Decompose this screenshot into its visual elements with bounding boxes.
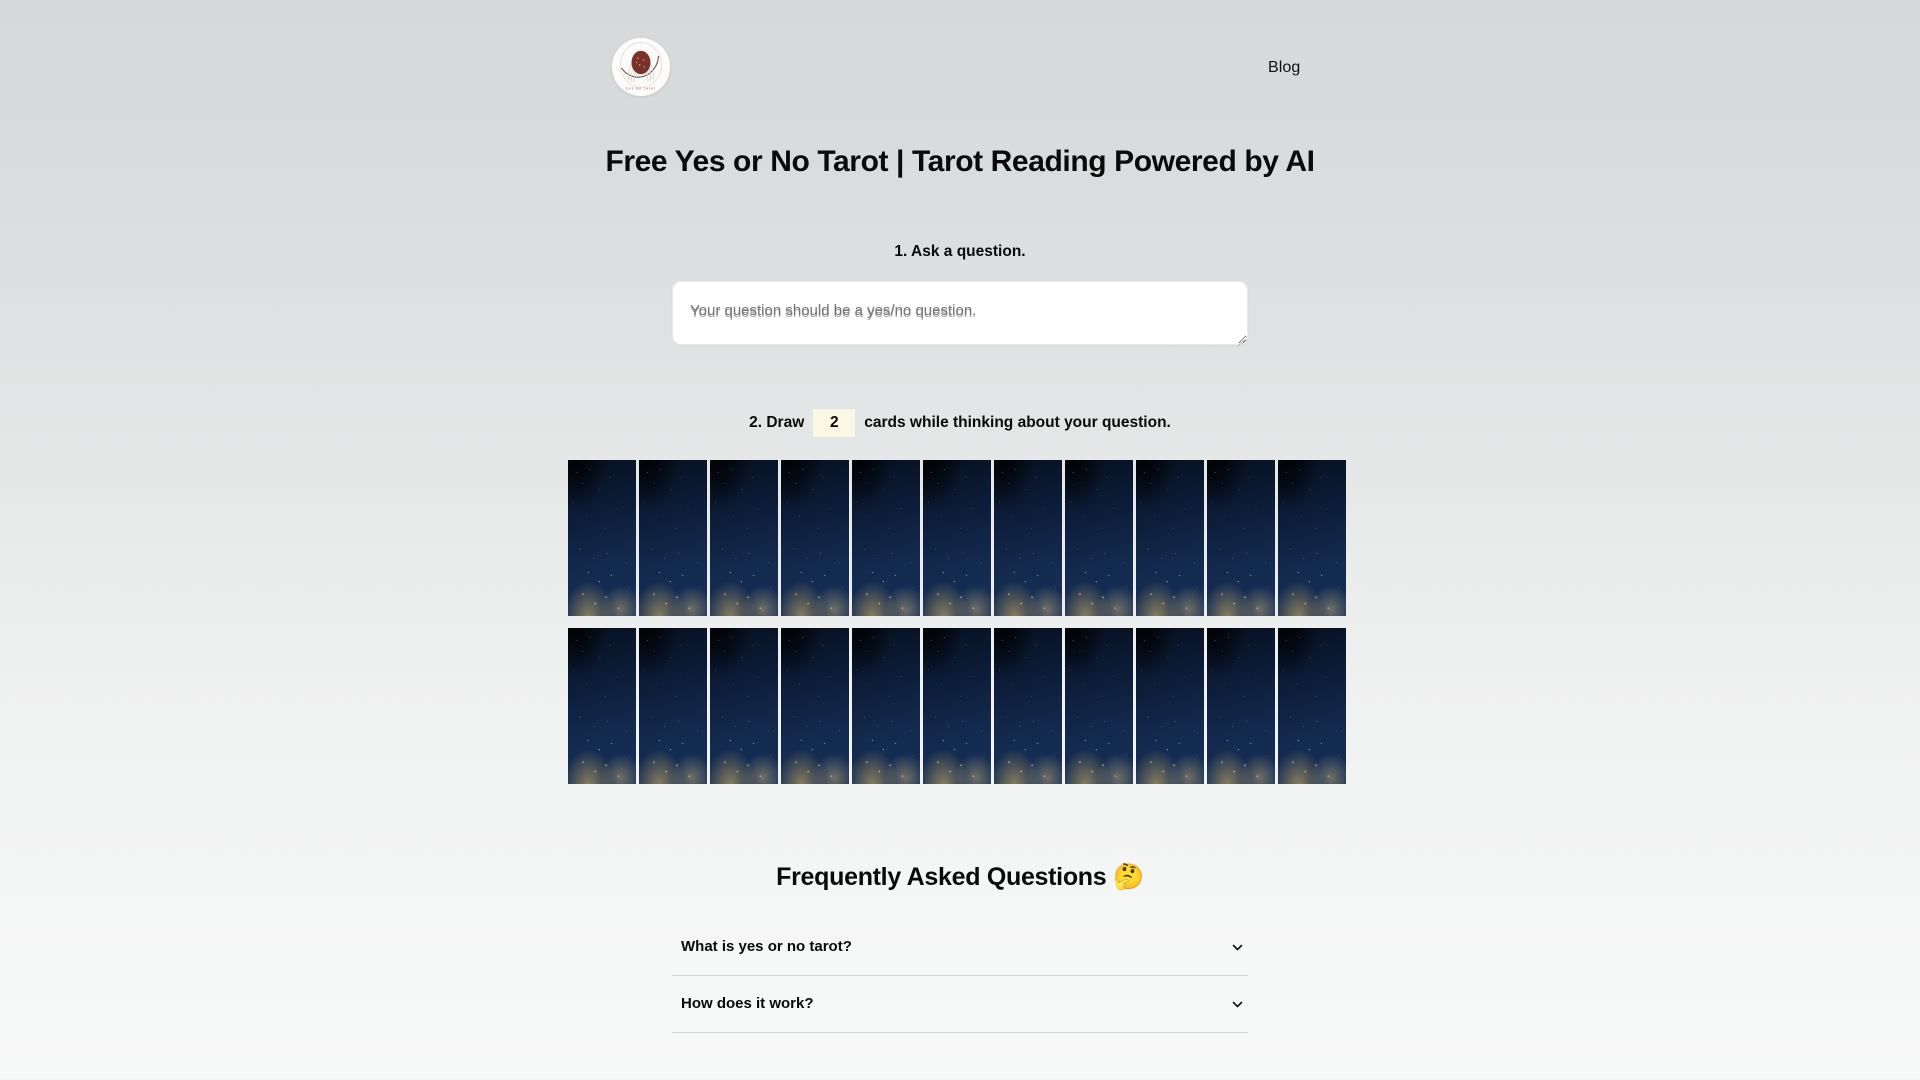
card-star-texture bbox=[710, 460, 778, 616]
logo-mark: yes no tarot bbox=[612, 38, 670, 96]
main-content: Free Yes or No Tarot | Tarot Reading Pow… bbox=[0, 143, 1920, 784]
card-count-input[interactable] bbox=[813, 409, 856, 437]
faq-list: What is yes or no tarot? How does it work… bbox=[672, 919, 1248, 1033]
tarot-card-back[interactable] bbox=[568, 628, 636, 784]
faq-item[interactable]: How does it work? bbox=[672, 976, 1248, 1033]
site-logo[interactable]: yes no tarot bbox=[612, 38, 670, 96]
tarot-card-back[interactable] bbox=[710, 628, 778, 784]
page-title: Free Yes or No Tarot | Tarot Reading Pow… bbox=[605, 145, 1315, 178]
tarot-card-back[interactable] bbox=[852, 628, 920, 784]
card-star-texture bbox=[923, 628, 991, 784]
tarot-card-back[interactable] bbox=[1136, 628, 1204, 784]
card-star-texture bbox=[568, 628, 636, 784]
card-star-texture bbox=[1136, 628, 1204, 784]
faq-question: How does it work? bbox=[681, 995, 814, 1012]
step-2-suffix: cards while thinking about your question… bbox=[864, 414, 1171, 431]
faq-item[interactable]: What is yes or no tarot? bbox=[672, 919, 1248, 976]
card-star-texture bbox=[568, 460, 636, 616]
chevron-down-icon[interactable] bbox=[1230, 940, 1245, 955]
question-input[interactable] bbox=[673, 282, 1247, 344]
card-star-texture bbox=[1136, 460, 1204, 616]
tarot-card-back[interactable] bbox=[923, 628, 991, 784]
card-star-texture bbox=[639, 460, 707, 616]
tarot-card-back[interactable] bbox=[710, 460, 778, 616]
card-star-texture bbox=[1065, 628, 1133, 784]
tarot-card-back[interactable] bbox=[639, 460, 707, 616]
card-star-texture bbox=[923, 460, 991, 616]
tarot-card-back[interactable] bbox=[923, 460, 991, 616]
tarot-card-back[interactable] bbox=[1136, 460, 1204, 616]
card-deck bbox=[568, 460, 1352, 784]
step-1-label: 1. Ask a question. bbox=[894, 243, 1026, 260]
tarot-card-back[interactable] bbox=[568, 460, 636, 616]
nav-link-blog[interactable]: Blog bbox=[1268, 58, 1300, 78]
faq-section: Frequently Asked Questions 🤔 What is yes… bbox=[0, 860, 1920, 1033]
question-input-box[interactable]: Your question should be a yes/no questio… bbox=[672, 281, 1248, 347]
tarot-card-back[interactable] bbox=[1207, 628, 1275, 784]
tarot-card-back[interactable] bbox=[639, 628, 707, 784]
faq-title: Frequently Asked Questions 🤔 bbox=[776, 863, 1144, 891]
tarot-card-back[interactable] bbox=[852, 460, 920, 616]
card-star-texture bbox=[852, 628, 920, 784]
step-2-row: 2. Draw cards while thinking about your … bbox=[0, 409, 1920, 437]
tarot-card-back[interactable] bbox=[1207, 460, 1275, 616]
svg-text:yes no tarot: yes no tarot bbox=[626, 86, 656, 91]
card-star-texture bbox=[710, 628, 778, 784]
card-star-texture bbox=[852, 460, 920, 616]
card-star-texture bbox=[1207, 628, 1275, 784]
card-star-texture bbox=[781, 628, 849, 784]
site-header: yes no tarot Blog bbox=[0, 0, 1920, 116]
tarot-card-back[interactable] bbox=[781, 628, 849, 784]
tarot-card-back[interactable] bbox=[781, 460, 849, 616]
tarot-card-back[interactable] bbox=[1065, 460, 1133, 616]
card-deck-row-2 bbox=[568, 628, 1352, 784]
chevron-down-icon[interactable] bbox=[1230, 997, 1245, 1012]
step-2-prefix: 2. Draw bbox=[749, 414, 805, 431]
card-star-texture bbox=[1207, 460, 1275, 616]
card-star-texture bbox=[994, 460, 1062, 616]
question-input-wrap: Your question should be a yes/no questio… bbox=[0, 281, 1920, 347]
tarot-card-back[interactable] bbox=[994, 460, 1062, 616]
tarot-card-back[interactable] bbox=[1278, 628, 1346, 784]
card-star-texture bbox=[639, 628, 707, 784]
tarot-card-back[interactable] bbox=[1065, 628, 1133, 784]
card-star-texture bbox=[1065, 460, 1133, 616]
card-deck-row-1 bbox=[568, 460, 1352, 616]
card-star-texture bbox=[781, 460, 849, 616]
card-star-texture bbox=[994, 628, 1062, 784]
faq-question: What is yes or no tarot? bbox=[681, 938, 852, 955]
card-star-texture bbox=[1278, 460, 1346, 616]
tarot-card-back[interactable] bbox=[1278, 460, 1346, 616]
tarot-card-back[interactable] bbox=[994, 628, 1062, 784]
card-star-texture bbox=[1278, 628, 1346, 784]
